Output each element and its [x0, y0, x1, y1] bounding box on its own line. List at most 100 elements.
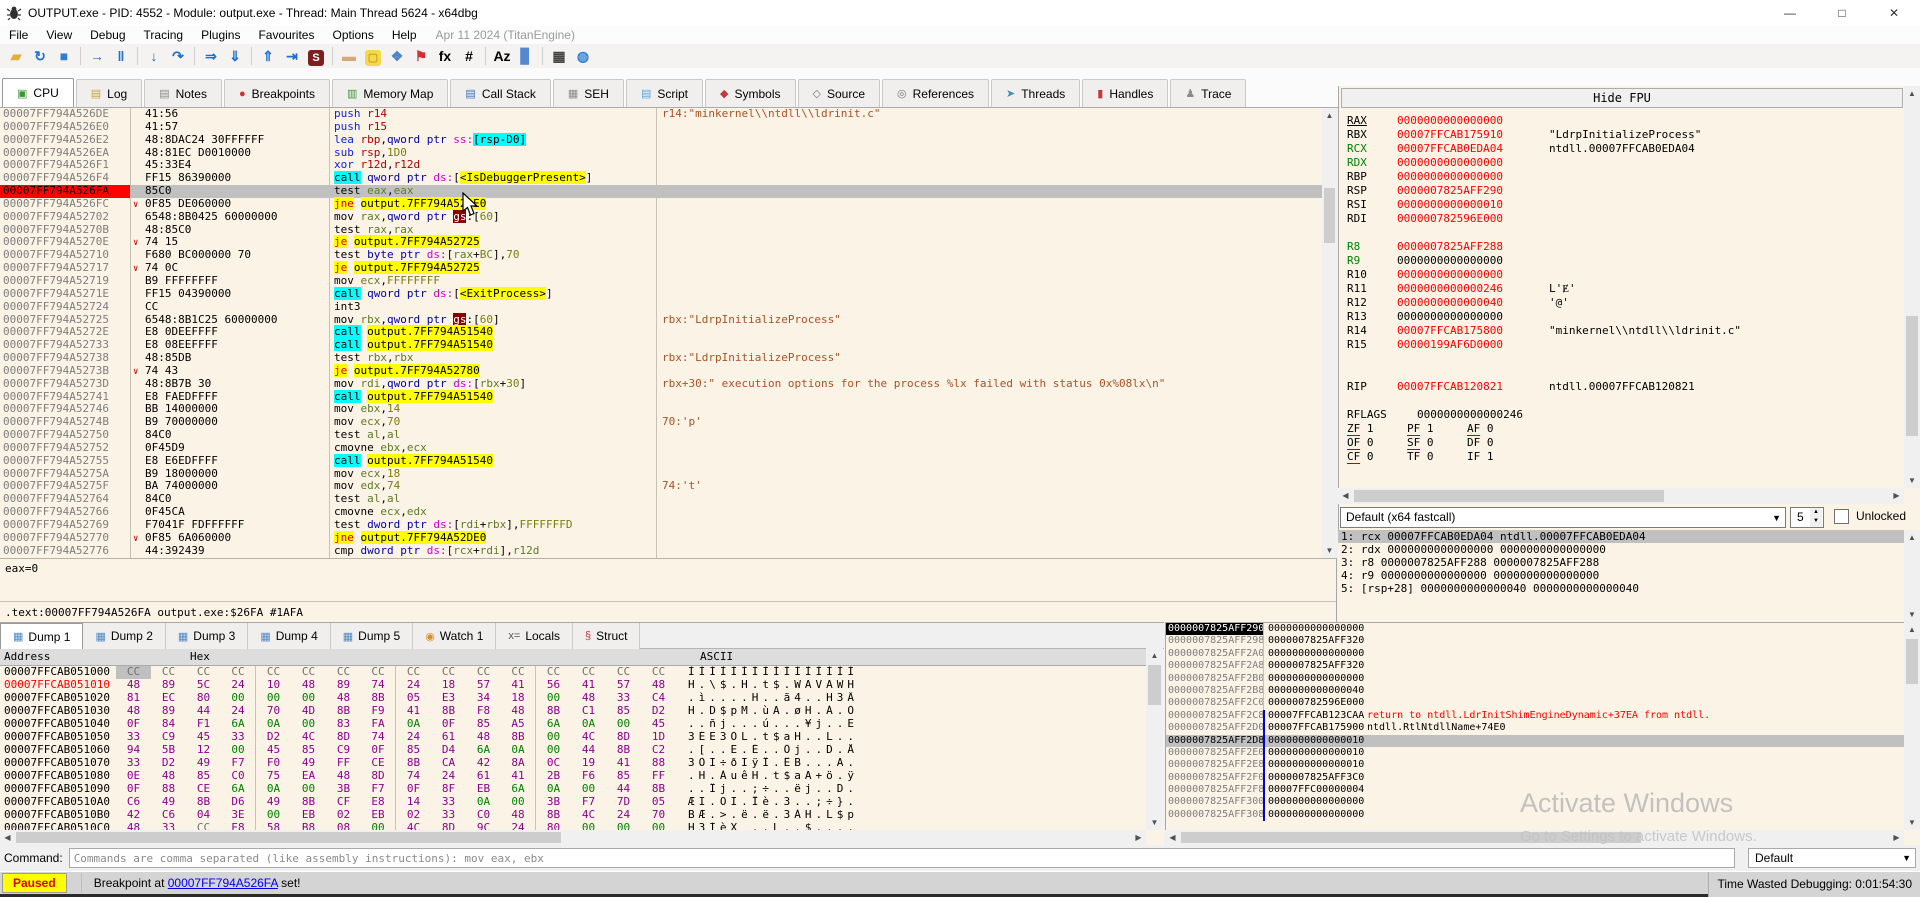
tab-cpu[interactable]: ▣CPU	[2, 78, 74, 107]
stack-row[interactable]: 0000007825AFF2C800007FFCAB123CAAreturn t…	[1166, 710, 1920, 722]
bookmark-icon[interactable]: ⚑	[410, 46, 432, 66]
disasm-row[interactable]: 00007FF794A5274BB9 70000000mov ecx,7070:…	[0, 416, 1336, 429]
tab-notes[interactable]: ▤Notes	[144, 79, 222, 107]
tab-locals[interactable]: x=Locals	[496, 623, 573, 649]
script-badge-icon[interactable]: S	[305, 46, 327, 66]
argument-row[interactable]: 4: r9 0000000000000000 0000000000000000	[1338, 569, 1904, 582]
register-row[interactable]: R1400007FFCAB175800"minkernel\\ntdll\\ld…	[1347, 324, 1902, 338]
minimize-button[interactable]: —	[1764, 0, 1816, 26]
menu-item-plugins[interactable]: Plugins	[192, 28, 249, 42]
menu-item-help[interactable]: Help	[383, 28, 426, 42]
register-row[interactable]: R100000000000000000	[1347, 268, 1902, 282]
register-row[interactable]	[1347, 394, 1902, 408]
disasm-row[interactable]: 00007FF794A5273848:85DBtest rbx,rbxrbx:"…	[0, 352, 1336, 365]
step-out-icon[interactable]: ⇓	[224, 46, 246, 66]
restart-icon[interactable]: ↻	[29, 46, 51, 66]
argument-row[interactable]: 3: r8 0000007825AFF288 0000007825AFF288	[1338, 556, 1904, 569]
register-row[interactable]: RAX0000000000000000	[1347, 114, 1902, 128]
register-row[interactable]: RDI000000782596E000	[1347, 212, 1902, 226]
stack-row[interactable]: 0000007825AFF2900000000000000000	[1166, 623, 1920, 635]
open-file-icon[interactable]: ▰	[5, 46, 27, 66]
stack-row[interactable]: 0000007825AFF2E80000000000000010	[1166, 759, 1920, 771]
modules-icon[interactable]: ▊	[515, 46, 537, 66]
disasm-row[interactable]: 00007FF794A5276484C0test al,al	[0, 493, 1336, 506]
stack-row[interactable]: 0000007825AFF2F800007FFC00000004	[1166, 784, 1920, 796]
tab-handles[interactable]: ▮Handles	[1082, 79, 1168, 107]
disasm-row[interactable]: 00007FF794A5275FBA 74000000mov edx,7474:…	[0, 480, 1336, 493]
stack-vscrollbar[interactable]: ▲ ▼	[1904, 622, 1920, 830]
menu-item-tracing[interactable]: Tracing	[135, 28, 193, 42]
tab-references[interactable]: ◎References	[882, 79, 989, 107]
register-row[interactable]: ZF 1PF 1AF 0	[1347, 422, 1902, 436]
menu-item-file[interactable]: File	[0, 28, 37, 42]
disasm-row[interactable]: 00007FF794A526E248:8DAC24 30FFFFFFlea rb…	[0, 134, 1336, 147]
disasm-row[interactable]: 00007FF794A52769F7041F FDFFFFFFtest dwor…	[0, 519, 1336, 532]
tab-dump-4[interactable]: ▦Dump 4	[248, 623, 330, 649]
register-row[interactable]: CF 0TF 0IF 1	[1347, 450, 1902, 464]
disasm-row[interactable]: 00007FF794A526E041:57push r15	[0, 121, 1336, 134]
disasm-row[interactable]: 00007FF794A526FA85C0test eax,eax	[0, 185, 1336, 198]
hide-fpu-button[interactable]: Hide FPU	[1341, 88, 1903, 108]
step-over-icon[interactable]: ↷	[167, 46, 189, 66]
register-row[interactable]: R130000000000000000	[1347, 310, 1902, 324]
tab-call-stack[interactable]: ▤Call Stack	[450, 79, 550, 107]
close-button[interactable]: ✕	[1868, 0, 1920, 26]
tab-threads[interactable]: ➤Threads	[991, 79, 1080, 107]
register-row[interactable]: RIP00007FFCAB120821ntdll.00007FFCAB12082…	[1347, 380, 1902, 394]
stack-row[interactable]: 0000007825AFF2B00000000000000000	[1166, 673, 1920, 685]
register-row[interactable]: RCX00007FFCAB0EDA04ntdll.00007FFCAB0EDA0…	[1347, 142, 1902, 156]
stack-row[interactable]: 0000007825AFF3080000000000000000	[1166, 809, 1920, 821]
register-row[interactable]	[1347, 352, 1902, 366]
tab-script[interactable]: ▤Script	[626, 79, 703, 107]
register-row[interactable]: R110000000000000246L'Ɇ'	[1347, 282, 1902, 296]
stack-row[interactable]: 0000007825AFF2980000007825AFF320	[1166, 635, 1920, 647]
menu-item-debug[interactable]: Debug	[81, 28, 134, 42]
tab-symbols[interactable]: ◆Symbols	[705, 79, 795, 107]
arguments-vscrollbar[interactable]: ▲ ▼	[1904, 530, 1920, 622]
disasm-row[interactable]: 00007FF794A52755E8 E6EDFFFFcall output.7…	[0, 455, 1336, 468]
menu-item-options[interactable]: Options	[323, 28, 382, 42]
registers-vscrollbar[interactable]: ▲ ▼	[1904, 86, 1920, 488]
stack-pane[interactable]: 0000007825AFF290000000000000000000000078…	[1165, 622, 1920, 845]
run-icon[interactable]: →	[86, 46, 108, 66]
dump-vscrollbar[interactable]: ▲ ▼	[1146, 648, 1163, 830]
disasm-row[interactable]: 00007FF794A527026548:8B0425 60000000mov …	[0, 211, 1336, 224]
disasm-row[interactable]: 00007FF794A52724CCint3	[0, 301, 1336, 314]
tab-seh[interactable]: ▦SEH	[553, 79, 624, 107]
argument-row[interactable]: 5: [rsp+28] 0000000000000040 00000000000…	[1338, 582, 1904, 595]
disasm-vscrollbar[interactable]: ▲ ▼	[1322, 108, 1337, 558]
tab-struct[interactable]: §Struct	[573, 623, 640, 649]
tab-dump-1[interactable]: ▦Dump 1	[0, 623, 83, 649]
tab-dump-3[interactable]: ▦Dump 3	[166, 623, 248, 649]
register-row[interactable]: RBP0000000000000000	[1347, 170, 1902, 184]
disasm-row[interactable]: 00007FF794A52733E8 08EEFFFFcall output.7…	[0, 339, 1336, 352]
register-row[interactable]: RBX00007FFCAB175910"LdrpInitializeProces…	[1347, 128, 1902, 142]
stack-row[interactable]: 0000007825AFF2B80000000000000040	[1166, 685, 1920, 697]
disasm-row[interactable]: 00007FF794A526DE41:56push r14r14:"minker…	[0, 108, 1336, 121]
tab-breakpoints[interactable]: ●Breakpoints	[224, 79, 330, 107]
label-icon[interactable]: ❖	[386, 46, 408, 66]
menu-item-favourites[interactable]: Favourites	[249, 28, 323, 42]
calculator-icon[interactable]: ▦	[548, 46, 570, 66]
stack-row[interactable]: 0000007825AFF2E00000000000000010	[1166, 747, 1920, 759]
step-into-icon[interactable]: ↓	[143, 46, 165, 66]
tab-trace[interactable]: ♟Trace	[1170, 79, 1246, 107]
register-row[interactable]: RSP0000007825AFF290	[1347, 184, 1902, 198]
run-to-user-code-icon[interactable]: ⇑	[257, 46, 279, 66]
stop-icon[interactable]: ■	[53, 46, 75, 66]
unlocked-checkbox[interactable]	[1834, 509, 1849, 524]
tab-dump-5[interactable]: ▦Dump 5	[331, 623, 413, 649]
font-size-icon[interactable]: Az	[491, 46, 513, 66]
disasm-row[interactable]: 00007FF794A526FC∨0F85 DE060000jne output…	[0, 198, 1336, 211]
disasm-row[interactable]: 00007FF794A526EA48:81EC D0010000sub rsp,…	[0, 147, 1336, 160]
register-row[interactable]: RDX0000000000000000	[1347, 156, 1902, 170]
comment-icon[interactable]: ▢	[362, 46, 384, 66]
register-row[interactable]	[1347, 366, 1902, 380]
disasm-row[interactable]: 00007FF794A5273B∨74 43je output.7FF794A5…	[0, 365, 1336, 378]
command-profile-select[interactable]: Default▼	[1748, 848, 1916, 868]
register-row[interactable]: R1500000199AF6D0000	[1347, 338, 1902, 352]
stack-row[interactable]: 0000007825AFF2D000007FFCAB175900ntdll.Rt…	[1166, 722, 1920, 734]
disasm-row[interactable]: 00007FF794A5277644:392439cmp dword ptr d…	[0, 545, 1336, 558]
stack-hscrollbar[interactable]: ◀ ▶	[1165, 830, 1904, 845]
disasm-row[interactable]: 00007FF794A5275084C0test al,al	[0, 429, 1336, 442]
